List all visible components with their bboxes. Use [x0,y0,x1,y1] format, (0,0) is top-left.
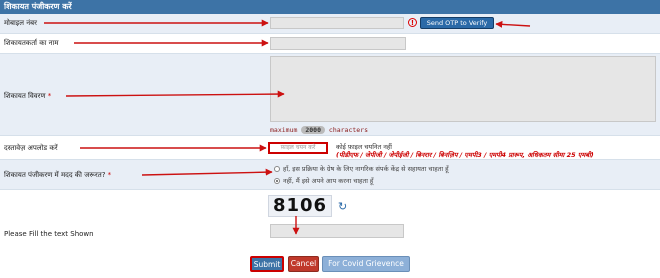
description-textarea[interactable] [270,56,656,122]
choose-file-button[interactable]: फ़ाइल चयन करें [268,142,328,154]
cancel-button[interactable]: Cancel [288,256,319,272]
form-actions: Submit Cancel For Covid Grievence [0,246,660,278]
mobile-input[interactable] [270,17,404,29]
name-row: शिकायतकर्ता का नाम [0,34,660,54]
character-limit: maximum 2000 characters [270,126,369,134]
submit-button[interactable]: Submit [250,256,284,272]
help-label: शिकायत पंजीकरण में मदद की जरूरत? * [4,171,112,179]
file-types-note: (पीडीएफ / जेपीजी / जेपीईजी / बिनरार / बि… [336,151,594,159]
mobile-row: मोबाइल नंबर ! Send OTP to Verify [0,14,660,34]
warning-icon: ! [408,18,417,27]
help-option-yes-radio[interactable] [274,166,280,172]
help-option-no-radio[interactable] [274,178,280,184]
description-label: शिकायत विवरण * [4,92,52,100]
upload-label: दस्तावेज़ अपलोड करें [4,144,58,152]
send-otp-button[interactable]: Send OTP to Verify [420,17,494,29]
form-header: शिकायत पंजीकरण करें [0,0,660,14]
help-option-yes-label: हाँ, इस प्रक्रिया के ग्रेष के लिए नागरिक… [283,165,449,173]
description-row: शिकायत विवरण * [0,54,660,136]
character-limit-value: 2000 [301,126,325,134]
captcha-input[interactable] [270,224,404,238]
help-option-no-label: नहीं, मैं इसे अपने आप करना चाहता हूँ [283,177,374,185]
captcha-image: 8106 [268,195,332,217]
name-label: शिकायतकर्ता का नाम [4,39,59,47]
captcha-label: Please Fill the text Shown [4,230,94,238]
mobile-label: मोबाइल नंबर [4,19,37,27]
name-input[interactable] [270,37,406,50]
refresh-icon[interactable]: ↻ [338,200,347,213]
covid-grievance-button[interactable]: For Covid Grievence [322,256,410,272]
